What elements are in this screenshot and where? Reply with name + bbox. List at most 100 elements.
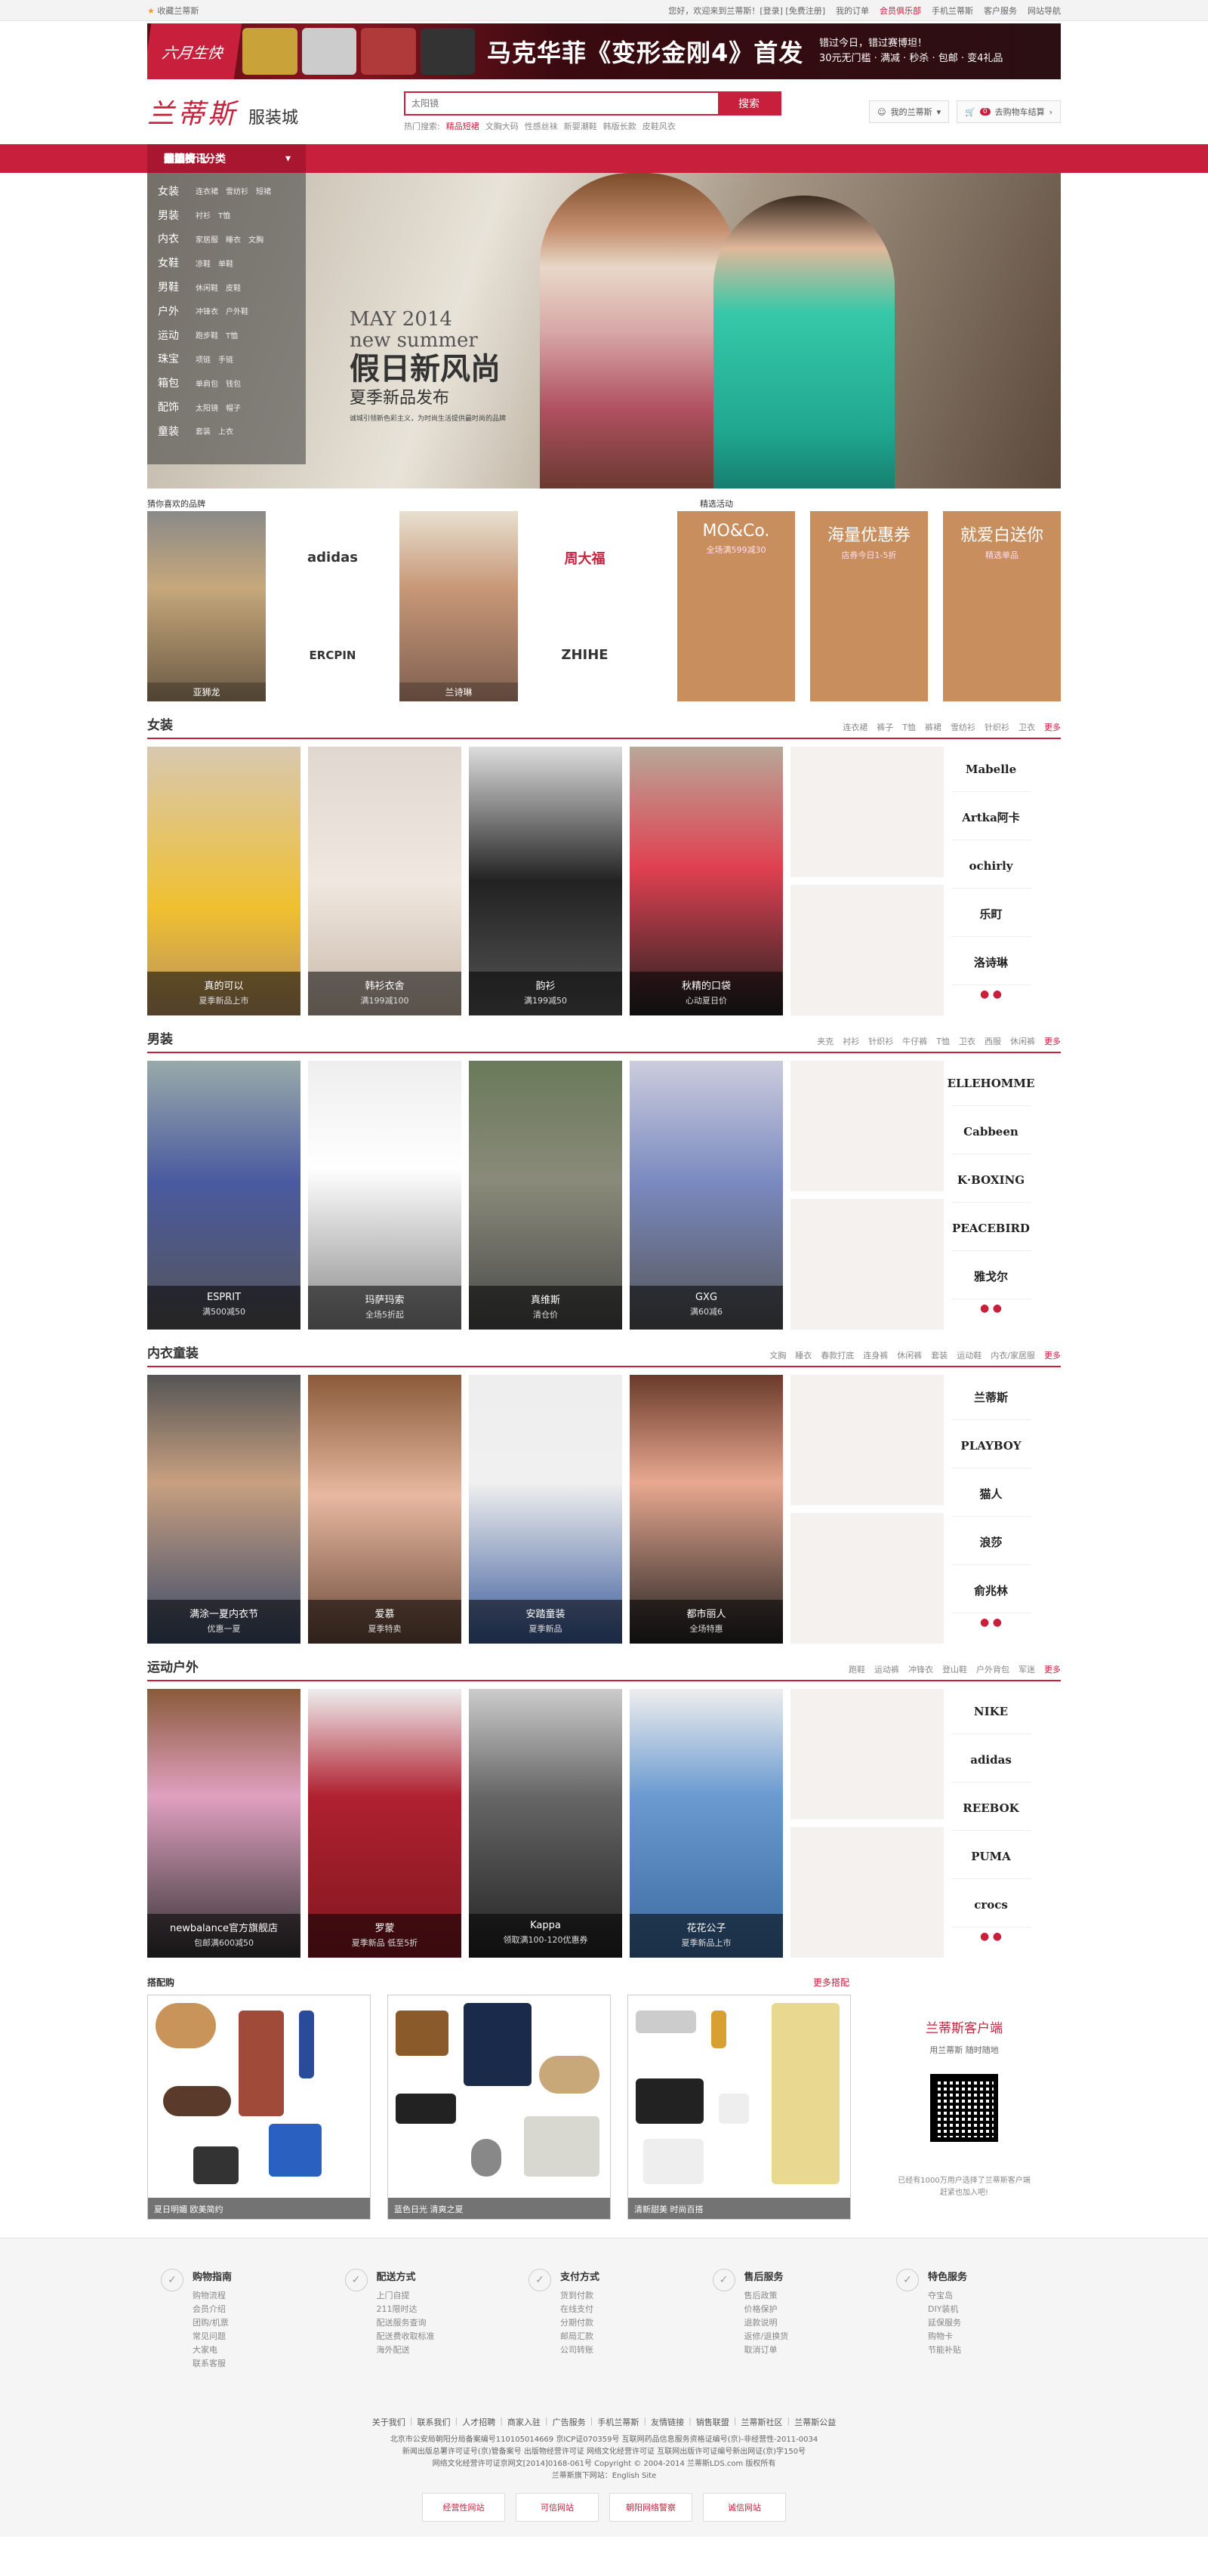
category-sub[interactable]: 太阳镜 [196,402,218,413]
section-tag[interactable]: 牛仔裤 [902,1035,927,1047]
footer-link[interactable]: 会员介绍 [193,2303,232,2316]
section-tag[interactable]: 针织衫 [868,1035,893,1047]
footer-link[interactable]: 购物流程 [193,2289,232,2303]
brand-logo[interactable]: PEACEBIRD [951,1206,1031,1251]
footer-link[interactable]: 配送服务查询 [377,2316,435,2330]
footer-link[interactable]: 取消订单 [744,2343,789,2357]
brand-logo[interactable]: Cabbeen [951,1109,1031,1154]
brand-logo[interactable]: adidas [273,511,392,604]
footer-link[interactable]: 分期付款 [560,2316,599,2330]
section-tag[interactable]: 内衣/家居服 [991,1349,1035,1361]
carousel-dots[interactable]: ● ● [951,988,1031,1000]
category-sub[interactable]: 项链 [196,353,211,365]
footer-link[interactable]: 公司转账 [560,2343,599,2357]
product-tile[interactable]: 都市丽人 全场特惠 [630,1375,783,1644]
brand-logo[interactable]: 周大福 [525,511,644,604]
product-tile[interactable]: 安踏童装 夏季新品 [469,1375,622,1644]
category-main[interactable]: 箱包 [158,375,185,390]
footer-bottom-link[interactable]: 兰蒂斯公益 [794,2416,836,2428]
top-link-sitemap[interactable]: 网站导航 [1028,5,1061,17]
category-sub[interactable]: 休闲鞋 [196,282,218,293]
category-main[interactable]: 珠宝 [158,351,185,366]
product-tile[interactable]: 花花公子 夏季新品上市 [630,1689,783,1958]
category-sub[interactable]: 套装 [196,425,211,436]
section-tag[interactable]: 军迷 [1018,1663,1035,1675]
section-tag[interactable]: 跑鞋 [849,1663,865,1675]
product-tile[interactable]: 真维斯 清仓价 [469,1061,622,1330]
hero-heading[interactable]: MAY 2014 new summer 假日新风尚 夏季新品发布 诚城引领新色彩… [350,309,506,423]
top-link-club[interactable]: 会员俱乐部 [880,5,921,17]
trust-badge[interactable]: 朝阳网络警察 [609,2493,692,2522]
hot-link[interactable]: 新婴潮鞋 [564,120,597,132]
footer-link[interactable]: 夺宝岛 [928,2289,967,2303]
hot-link[interactable]: 皮鞋风衣 [643,120,676,132]
match-card[interactable]: 蓝色日光 清爽之夏 [387,1995,611,2220]
section-tag[interactable]: 裤子 [877,721,893,733]
section-tag[interactable]: 休闲裤 [897,1349,922,1361]
product-tile[interactable]: 韩衫衣舍 满199减100 [308,747,461,1015]
category-main[interactable]: 男鞋 [158,279,185,294]
footer-link[interactable]: 购物卡 [928,2330,967,2343]
category-main[interactable]: 女装 [158,183,185,199]
category-row[interactable]: 箱包 单肩包 钱包 [158,371,295,395]
brand-photo[interactable]: 兰诗琳 [399,511,518,701]
brand-logo[interactable]: 浪莎 [951,1520,1031,1565]
product-tile[interactable]: 玛萨玛索 全场5折起 [308,1061,461,1330]
footer-link[interactable]: 售后政策 [744,2289,789,2303]
product-thumb[interactable] [790,1827,944,1958]
search-button[interactable]: 搜索 [718,93,780,114]
category-row[interactable]: 运动 跑步鞋 T恤 [158,323,295,347]
product-tile[interactable]: Kappa 领取满100-120优惠券 [469,1689,622,1958]
footer-link[interactable]: 货到付款 [560,2289,599,2303]
promo-banner[interactable]: 六月生快 马克华菲《变形金刚4》首发 错过今日，错过赛博坦！ 30元无门槛 · … [0,23,1208,79]
product-thumb[interactable] [790,747,944,877]
footer-bottom-link[interactable]: 商家入驻 [507,2416,541,2428]
top-link-mobile[interactable]: 手机兰蒂斯 [932,5,973,17]
brand-logo[interactable]: Mabelle [951,747,1031,792]
footer-link[interactable]: 退款说明 [744,2316,789,2330]
footer-link[interactable]: 上门自提 [377,2289,435,2303]
brand-logo[interactable]: ERCPIN [273,609,392,701]
carousel-dots[interactable]: ● ● [951,1302,1031,1314]
category-row[interactable]: 珠宝 项链 手链 [158,347,295,371]
section-more-link[interactable]: 更多 [1044,721,1061,733]
footer-link[interactable]: 海外配送 [377,2343,435,2357]
section-tag[interactable]: 睡衣 [795,1349,812,1361]
category-sub[interactable]: 帽子 [226,402,241,413]
category-main[interactable]: 女鞋 [158,255,185,270]
category-row[interactable]: 女鞋 凉鞋 单鞋 [158,251,295,275]
category-main[interactable]: 配饰 [158,399,185,414]
footer-link[interactable]: 返修/退换货 [744,2330,789,2343]
hot-link[interactable]: 性感丝袜 [525,120,558,132]
category-sub[interactable]: 跑步鞋 [196,329,218,340]
section-tag[interactable]: 冲锋衣 [908,1663,933,1675]
section-tag[interactable]: 春款打底 [821,1349,854,1361]
hot-link[interactable]: 文胸大码 [485,120,519,132]
section-tag[interactable]: 登山鞋 [942,1663,967,1675]
section-tag[interactable]: 裤裙 [925,721,941,733]
section-tag[interactable]: 休闲裤 [1010,1035,1035,1047]
footer-bottom-link[interactable]: 人才招聘 [462,2416,495,2428]
brand-logo[interactable]: 俞兆林 [951,1568,1031,1613]
category-sub[interactable]: 睡衣 [226,233,241,245]
section-tag[interactable]: T恤 [936,1035,950,1047]
brand-logo[interactable]: 乐町 [951,892,1031,937]
product-thumb[interactable] [790,1375,944,1505]
category-sub[interactable]: 短裙 [256,185,271,196]
footer-link[interactable]: 延保服务 [928,2316,967,2330]
top-link-service[interactable]: 客户服务 [984,5,1017,17]
brand-logo[interactable]: REEBOK [951,1786,1031,1831]
section-tag[interactable]: 连身裤 [863,1349,888,1361]
section-tag[interactable]: T恤 [902,721,916,733]
product-tile[interactable]: 真的可以 夏季新品上市 [147,747,300,1015]
section-tag[interactable]: 雪纺衫 [951,721,975,733]
section-tag[interactable]: 户外背包 [976,1663,1009,1675]
section-more-link[interactable]: 更多 [1044,1035,1061,1047]
brand-logo[interactable]: ochirly [951,843,1031,889]
section-tag[interactable]: 卫衣 [1018,721,1035,733]
section-tag[interactable]: 运动鞋 [957,1349,982,1361]
category-sub[interactable]: 单鞋 [218,257,233,269]
section-more-link[interactable]: 更多 [1044,1663,1061,1675]
trust-badge[interactable]: 经营性网站 [422,2493,505,2522]
footer-bottom-link[interactable]: 手机兰蒂斯 [597,2416,639,2428]
